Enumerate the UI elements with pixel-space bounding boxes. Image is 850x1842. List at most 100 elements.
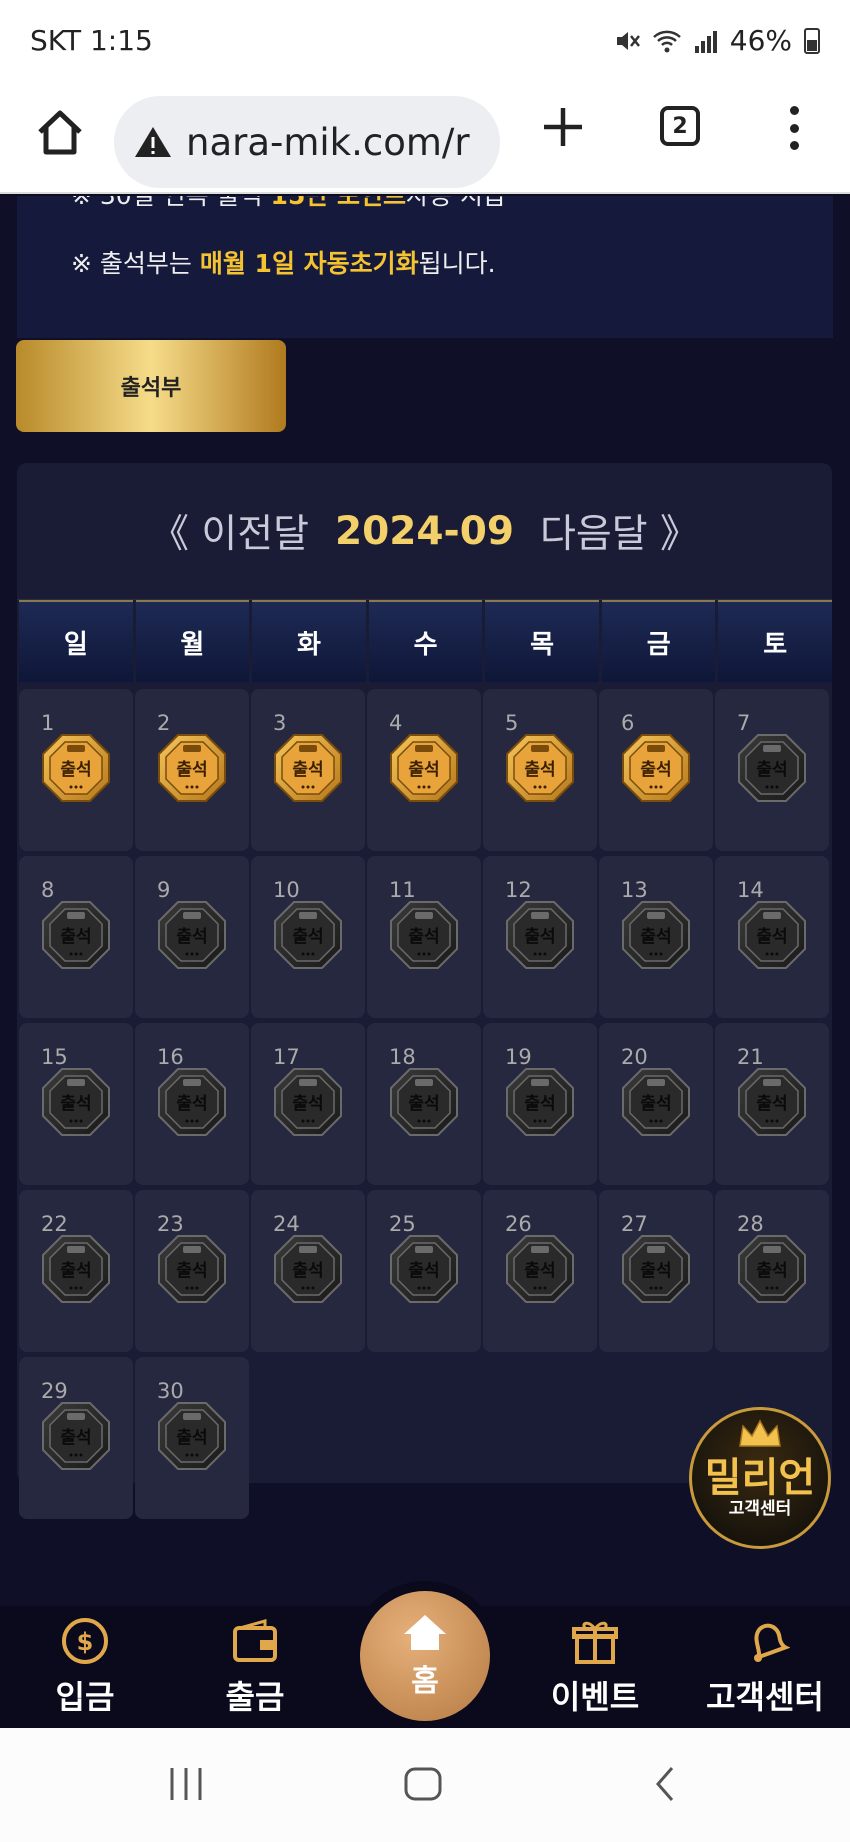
- day-number: 4: [389, 711, 403, 735]
- crown-icon: [739, 1419, 781, 1447]
- day-number: 13: [621, 878, 648, 902]
- day-number: 18: [389, 1045, 416, 1069]
- current-month: 2024-09: [334, 508, 514, 554]
- calendar-day: 16 출석: [135, 1023, 249, 1185]
- svg-text:출석: 출석: [756, 760, 787, 780]
- day-number: 1: [41, 711, 55, 735]
- day-number: 25: [389, 1212, 416, 1236]
- attended-badge-icon: 출석: [621, 733, 691, 803]
- calendar-day: 14 출석: [715, 856, 829, 1018]
- svg-text:출석: 출석: [292, 1094, 323, 1114]
- not-attended-badge-icon: 출석: [273, 900, 343, 970]
- calendar-day: 27 출석: [599, 1190, 713, 1352]
- svg-text:출석: 출석: [756, 1094, 787, 1114]
- calendar-day: 20 출석: [599, 1023, 713, 1185]
- svg-text:$: $: [77, 1628, 94, 1656]
- attendance-calendar: 《 이전달 2024-09 다음달 》 일 월 화 수 목 금 토 1 출석 2 출석…: [17, 463, 833, 1519]
- home-icon[interactable]: [30, 102, 90, 162]
- notice-line-1: ※ 30일 연속 출석 15만 포인트자동 지급: [71, 196, 506, 212]
- svg-text:출석: 출석: [60, 1261, 91, 1281]
- tab-switcher-button[interactable]: 2: [660, 106, 700, 146]
- day-number: 29: [41, 1379, 68, 1403]
- day-number: 19: [505, 1045, 532, 1069]
- day-number: 15: [41, 1045, 68, 1069]
- not-attended-badge-icon: 출석: [505, 1067, 575, 1137]
- nav-deposit[interactable]: $ 입금: [10, 1616, 160, 1726]
- customer-center-fab[interactable]: 밀리언 고객센터: [689, 1407, 831, 1549]
- wallet-icon: [233, 1619, 277, 1662]
- home-nav-icon[interactable]: [403, 1766, 443, 1802]
- svg-text:출석: 출석: [60, 927, 91, 947]
- weekday-thu: 목: [485, 600, 599, 682]
- nav-event[interactable]: 이벤트: [520, 1616, 670, 1726]
- weekday-tue: 화: [252, 600, 366, 682]
- not-attended-badge-icon: 출석: [389, 1234, 459, 1304]
- url-text: nara-mik.com/r: [186, 120, 470, 164]
- svg-text:출석: 출석: [60, 1094, 91, 1114]
- back-nav-icon[interactable]: [646, 1766, 686, 1802]
- calendar-day: 22 출석: [19, 1190, 133, 1352]
- day-number: 6: [621, 711, 635, 735]
- next-month-link[interactable]: 다음달 》: [540, 503, 699, 559]
- nav-support[interactable]: 고객센터: [690, 1616, 840, 1726]
- calendar-day: 7 출석: [715, 689, 829, 851]
- calendar-day: 3 출석: [251, 689, 365, 851]
- calendar-day: 15 출석: [19, 1023, 133, 1185]
- address-bar[interactable]: nara-mik.com/r: [114, 96, 500, 188]
- more-menu-icon[interactable]: [784, 106, 804, 150]
- svg-text:출석: 출석: [408, 1261, 439, 1281]
- svg-text:출석: 출석: [524, 927, 555, 947]
- weekday-sat: 토: [718, 600, 833, 682]
- calendar-day: 19 출석: [483, 1023, 597, 1185]
- svg-text:출석: 출석: [292, 1261, 323, 1281]
- calendar-day: 12 출석: [483, 856, 597, 1018]
- svg-text:출석: 출석: [524, 760, 555, 780]
- not-attended-badge-icon: 출석: [273, 1234, 343, 1304]
- svg-text:출석: 출석: [408, 1094, 439, 1114]
- nav-withdraw[interactable]: 출금: [180, 1616, 330, 1726]
- prev-month-link[interactable]: 《 이전달: [150, 503, 309, 559]
- calendar-day: 30 출석: [135, 1357, 249, 1519]
- day-number: 22: [41, 1212, 68, 1236]
- new-tab-icon[interactable]: [540, 104, 586, 150]
- calendar-day: 11 출석: [367, 856, 481, 1018]
- battery-percent: 46%: [729, 24, 792, 57]
- not-attended-badge-icon: 출석: [157, 900, 227, 970]
- svg-text:출석: 출석: [640, 927, 671, 947]
- svg-text:출석: 출석: [524, 1094, 555, 1114]
- day-number: 7: [737, 711, 751, 735]
- not-attended-badge-icon: 출석: [389, 900, 459, 970]
- attended-badge-icon: 출석: [41, 733, 111, 803]
- not-attended-badge-icon: 출석: [621, 1067, 691, 1137]
- nav-home-button[interactable]: 홈: [360, 1591, 490, 1721]
- warning-icon[interactable]: [134, 125, 172, 159]
- day-number: 8: [41, 878, 55, 902]
- svg-text:출석: 출석: [524, 1261, 555, 1281]
- not-attended-badge-icon: 출석: [505, 1234, 575, 1304]
- day-number: 14: [737, 878, 764, 902]
- calendar-day: 18 출석: [367, 1023, 481, 1185]
- attended-badge-icon: 출석: [389, 733, 459, 803]
- not-attended-badge-icon: 출석: [621, 1234, 691, 1304]
- day-number: 3: [273, 711, 287, 735]
- attendance-button[interactable]: 출석부: [16, 340, 286, 432]
- day-number: 28: [737, 1212, 764, 1236]
- not-attended-badge-icon: 출석: [737, 900, 807, 970]
- day-number: 26: [505, 1212, 532, 1236]
- svg-text:출석: 출석: [756, 1261, 787, 1281]
- not-attended-badge-icon: 출석: [737, 733, 807, 803]
- calendar-day: 26 출석: [483, 1190, 597, 1352]
- weekday-fri: 금: [601, 600, 716, 682]
- svg-text:출석: 출석: [292, 927, 323, 947]
- calendar-day: 21 출석: [715, 1023, 829, 1185]
- not-attended-badge-icon: 출석: [505, 900, 575, 970]
- fab-title: 밀리언: [704, 1455, 816, 1501]
- recent-apps-icon[interactable]: [166, 1766, 206, 1802]
- calendar-header: 《 이전달 2024-09 다음달 》: [17, 463, 832, 600]
- not-attended-badge-icon: 출석: [737, 1067, 807, 1137]
- svg-text:출석: 출석: [640, 1094, 671, 1114]
- svg-text:출석: 출석: [60, 760, 91, 780]
- not-attended-badge-icon: 출석: [737, 1234, 807, 1304]
- signal-icon: [694, 30, 717, 53]
- svg-text:출석: 출석: [640, 1261, 671, 1281]
